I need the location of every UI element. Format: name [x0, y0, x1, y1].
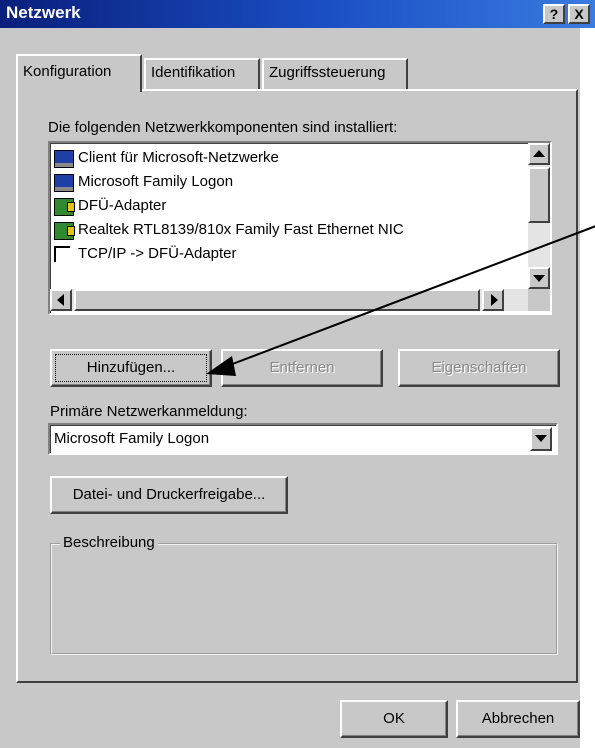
chevron-down-icon — [533, 275, 545, 282]
list-item-label: Client für Microsoft-Netzwerke — [78, 149, 279, 166]
primary-logon-value: Microsoft Family Logon — [54, 430, 210, 447]
ok-button[interactable]: OK — [340, 700, 448, 738]
components-listbox[interactable]: Client für Microsoft-Netzwerke Microsoft… — [48, 141, 552, 315]
network-client-icon — [54, 150, 74, 168]
description-label: Beschreibung — [60, 534, 158, 551]
scroll-right-button[interactable] — [482, 289, 504, 311]
vertical-scrollbar[interactable] — [528, 143, 550, 289]
properties-button-label: Eigenschaften — [431, 359, 527, 376]
scroll-corner — [528, 289, 550, 311]
file-print-sharing-button[interactable]: Datei- und Druckerfreigabe... — [50, 476, 288, 514]
components-label: Die folgenden Netzwerkkomponenten sind i… — [48, 119, 397, 136]
primary-logon-label: Primäre Netzwerkanmeldung: — [50, 403, 248, 420]
chevron-left-icon — [57, 294, 64, 306]
scroll-down-button[interactable] — [528, 267, 550, 289]
network-dialog: Netzwerk ? X Konfiguration Identifikatio… — [0, 0, 595, 748]
description-groupbox: Beschreibung — [50, 534, 558, 655]
scroll-left-button[interactable] — [50, 289, 72, 311]
scroll-up-button[interactable] — [528, 143, 550, 165]
file-print-sharing-label: Datei- und Druckerfreigabe... — [72, 486, 266, 503]
tab-identifikation[interactable]: Identifikation — [144, 58, 260, 90]
network-adapter-icon — [54, 222, 75, 240]
horizontal-scrollbar[interactable] — [50, 289, 528, 311]
list-item-label: TCP/IP -> DFÜ-Adapter — [78, 245, 237, 262]
dropdown-button[interactable] — [530, 427, 552, 451]
remove-button-label: Entfernen — [269, 359, 335, 376]
chevron-down-icon — [535, 435, 547, 442]
list-item-label: Microsoft Family Logon — [78, 173, 234, 190]
network-client-icon — [54, 174, 74, 192]
remove-button[interactable]: Entfernen — [221, 349, 383, 387]
chevron-up-icon — [533, 150, 545, 157]
add-button-label: Hinzufügen... — [86, 359, 176, 376]
properties-button[interactable]: Eigenschaften — [398, 349, 560, 387]
tab-konfiguration[interactable]: Konfiguration — [16, 54, 142, 92]
network-adapter-icon — [54, 198, 75, 216]
chevron-right-icon — [491, 294, 498, 306]
window-title: Netzwerk — [6, 3, 81, 22]
help-button[interactable]: ? — [543, 4, 565, 24]
cancel-button[interactable]: Abbrechen — [456, 700, 580, 738]
background-area — [580, 28, 595, 748]
add-button[interactable]: Hinzufügen... — [50, 349, 212, 387]
list-item-label: Realtek RTL8139/810x Family Fast Etherne… — [78, 221, 404, 238]
primary-logon-select[interactable]: Microsoft Family Logon — [48, 423, 558, 455]
list-item-label: DFÜ-Adapter — [78, 197, 167, 214]
horizontal-scroll-thumb[interactable] — [74, 289, 480, 311]
cancel-button-label: Abbrechen — [481, 710, 555, 727]
tab-zugriffssteuerung[interactable]: Zugriffssteuerung — [262, 58, 408, 90]
protocol-icon — [54, 246, 70, 262]
vertical-scroll-thumb[interactable] — [528, 167, 550, 223]
close-button[interactable]: X — [568, 4, 590, 24]
tab-panel-konfiguration: Die folgenden Netzwerkkomponenten sind i… — [16, 89, 578, 683]
title-bar[interactable]: Netzwerk ? X — [0, 0, 595, 28]
components-label-text: Die folgenden Netzwerkkomponenten sind i… — [48, 119, 398, 136]
ok-button-label: OK — [383, 710, 405, 727]
